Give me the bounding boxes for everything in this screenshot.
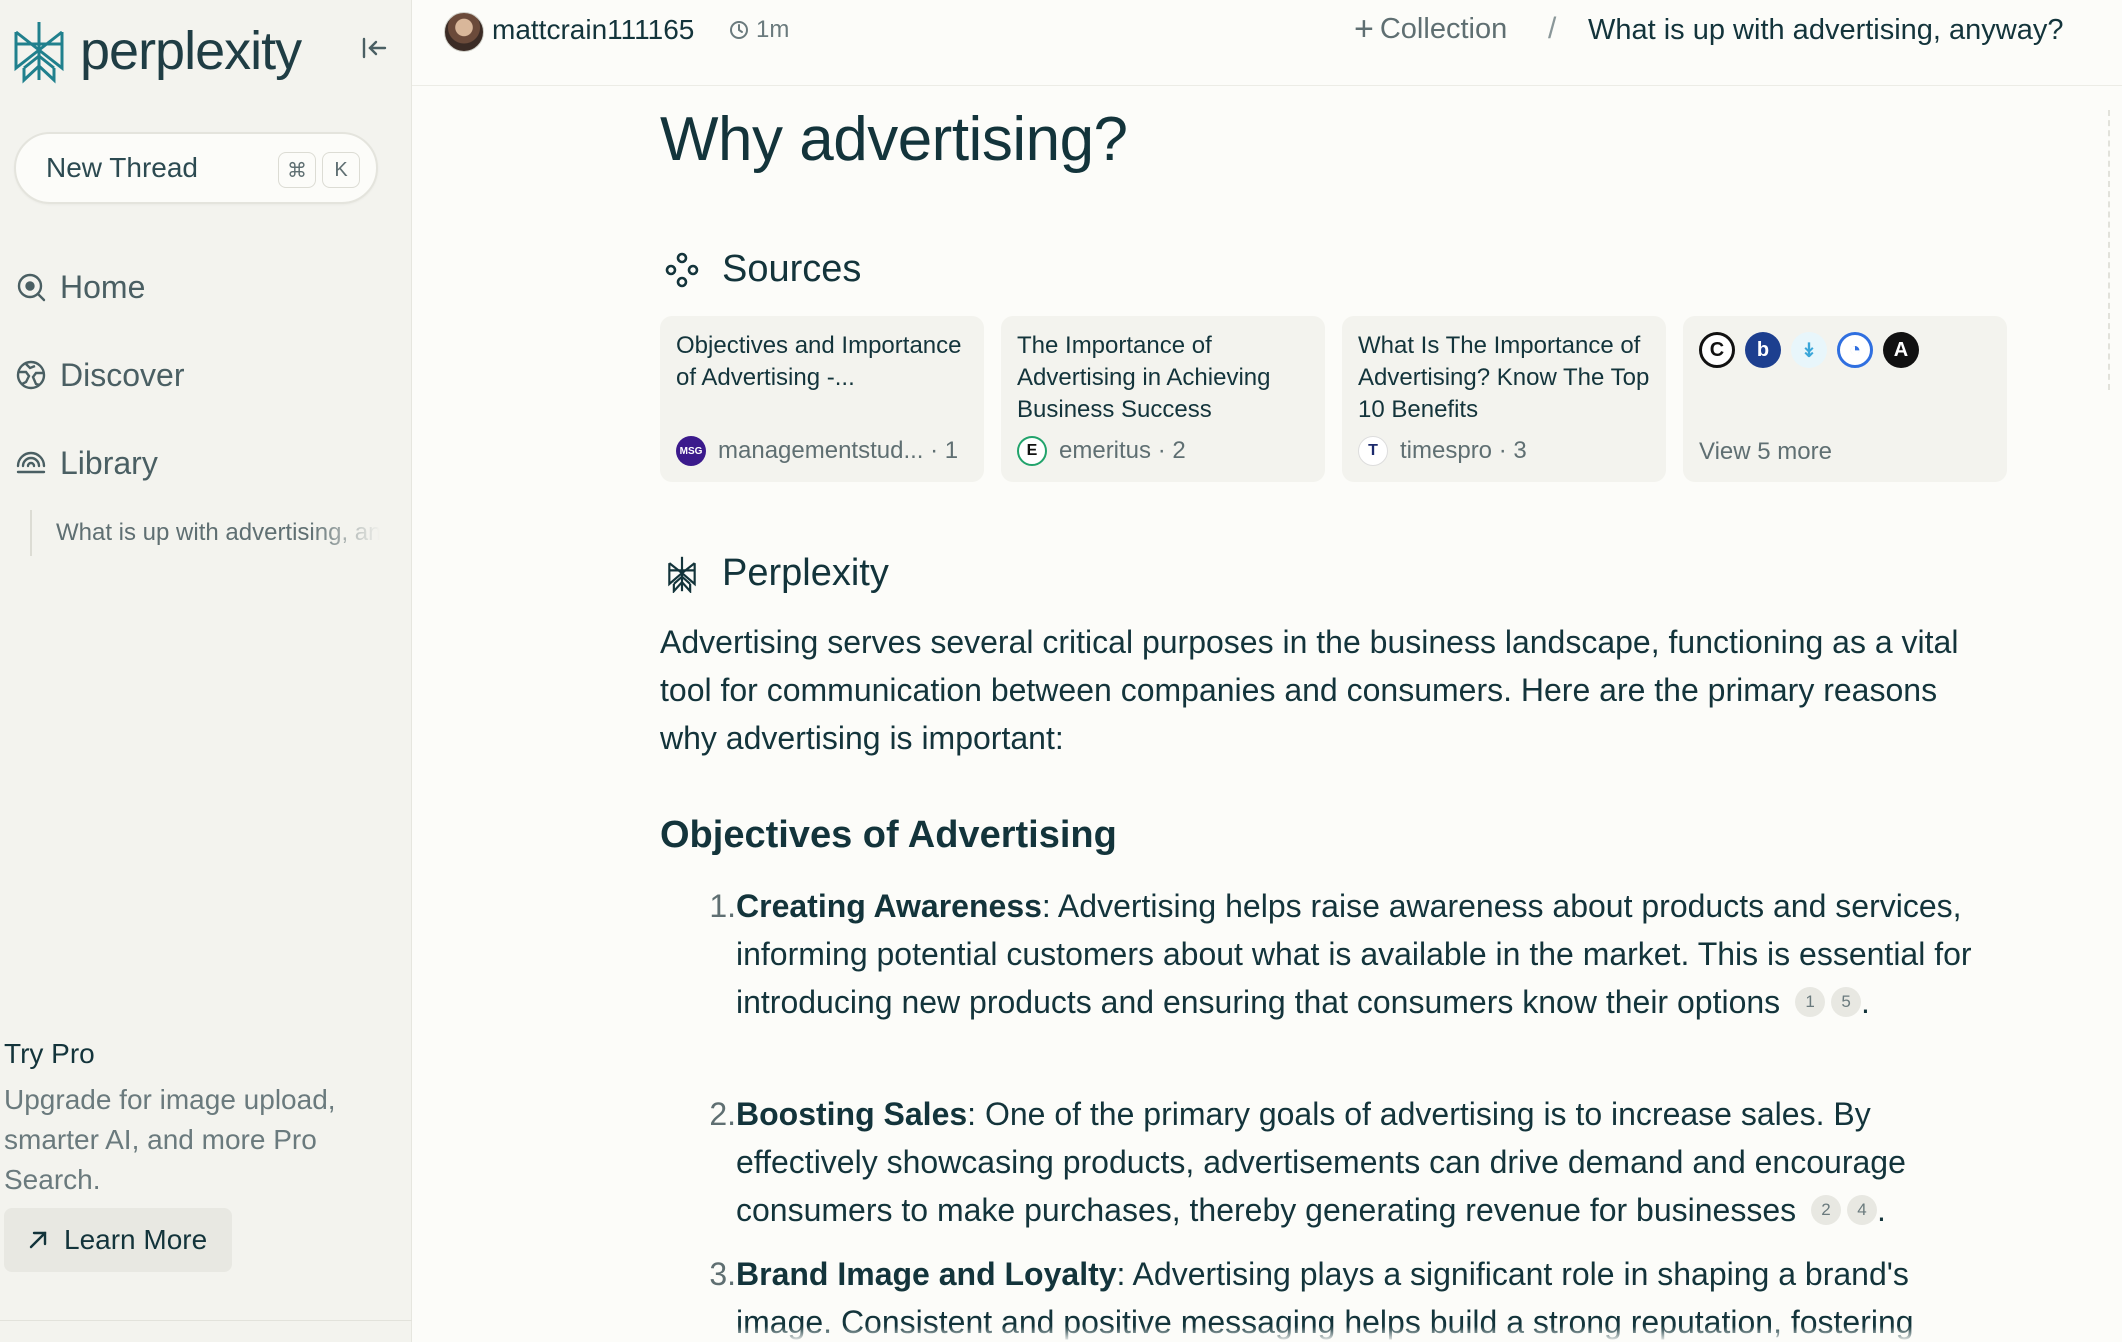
list-number: 3. — [709, 1256, 736, 1292]
learn-more-button[interactable]: Learn More — [4, 1208, 232, 1272]
source-card[interactable]: What Is The Importance of Advertising? K… — [1342, 316, 1666, 482]
source-favicon-icon: A — [1883, 332, 1919, 368]
shortcut-cmd-key: ⌘ — [278, 152, 316, 188]
source-title: The Importance of Advertising in Achievi… — [1017, 332, 1271, 423]
home-search-icon — [17, 273, 46, 302]
learn-more-label: Learn More — [64, 1224, 208, 1255]
timespro-favicon-icon: T — [1358, 436, 1388, 466]
source-favicon-icon: C — [1699, 332, 1735, 368]
view-more-sources-card[interactable]: C b ↡ ◔ A View 5 more — [1683, 316, 2007, 482]
list-item-end: . — [1861, 984, 1870, 1020]
citation-badge[interactable]: 1 — [1795, 987, 1826, 1017]
citation-badge[interactable]: 2 — [1811, 1195, 1842, 1225]
new-thread-button[interactable]: New Thread ⌘ K — [14, 132, 378, 204]
collapse-left-icon — [362, 37, 387, 59]
source-title: What Is The Importance of Advertising? K… — [1358, 332, 1650, 423]
app-window: perplexity New Thread ⌘ K Home Discover … — [0, 0, 2122, 1342]
list-item-term: Brand Image and Loyalty — [736, 1256, 1117, 1292]
source-meta: MSG managementstud... · 1 — [676, 436, 958, 466]
source-favicon-icon: b — [1745, 332, 1781, 368]
source-domain: managementstud... · 1 — [718, 437, 959, 464]
answer-intro: Advertising serves several critical purp… — [660, 624, 1959, 756]
logo[interactable]: perplexity — [10, 18, 302, 84]
sidebar-item-library[interactable]: Library — [14, 438, 158, 488]
try-pro-description: Upgrade for image upload, smarter AI, an… — [4, 1084, 336, 1195]
thread-title-breadcrumb[interactable]: What is up with advertising, anyway? — [1588, 14, 2064, 47]
source-domain: emeritus · 2 — [1059, 437, 1186, 464]
add-to-collection-button[interactable]: + Collection — [1354, 12, 1507, 46]
source-meta: T timespro · 3 — [1358, 436, 1527, 466]
sidebar-divider — [0, 1320, 412, 1321]
list-item-term: Boosting Sales — [736, 1096, 968, 1132]
collection-label: Collection — [1379, 12, 1508, 45]
bottom-fade — [412, 1326, 2122, 1342]
library-icon — [16, 451, 46, 474]
username[interactable]: mattcrain111165 — [492, 14, 694, 46]
sources-icon — [665, 252, 699, 287]
citation-badge[interactable]: 4 — [1847, 1195, 1878, 1225]
answer-subheading: Objectives of Advertising — [660, 814, 1117, 856]
breadcrumb-separator: / — [1548, 12, 1557, 45]
sidebar-item-label: Home — [60, 268, 146, 305]
source-favicon-icon: ◔ — [1837, 332, 1873, 368]
clock-icon — [730, 21, 748, 39]
list-item-text: Boosting Sales: One of the primary goals… — [736, 1090, 2006, 1234]
source-card[interactable]: The Importance of Advertising in Achievi… — [1001, 316, 1325, 482]
sidebar-item-label: Library — [60, 444, 158, 481]
library-thread-item[interactable]: What is up with advertising, anyway? — [30, 510, 380, 556]
sidebar-item-label: Discover — [60, 356, 185, 393]
list-item-term: Creating Awareness — [736, 888, 1042, 924]
perplexity-answer-icon — [668, 556, 696, 593]
sources-header: Sources — [664, 248, 861, 291]
arrow-up-right-icon — [29, 1231, 47, 1249]
sidebar: perplexity New Thread ⌘ K Home Discover … — [0, 0, 412, 1342]
list-item-end: . — [1877, 1192, 1886, 1228]
list-number: 1. — [709, 888, 736, 924]
source-card[interactable]: Objectives and Importance of Advertising… — [660, 316, 984, 482]
source-title: Objectives and Importance of Advertising… — [676, 332, 962, 391]
time-label: 1m — [756, 16, 790, 43]
right-panel-edge — [2108, 110, 2122, 390]
citation-badge[interactable]: 5 — [1831, 987, 1862, 1017]
shortcut-k-key: K — [322, 152, 360, 188]
emeritus-favicon-icon: E — [1017, 436, 1047, 466]
sources-label: Sources — [722, 248, 862, 290]
plus-icon: + — [1354, 10, 1374, 48]
sidebar-item-home[interactable]: Home — [14, 262, 145, 312]
collapse-sidebar-button[interactable] — [356, 30, 392, 66]
answer-label: Perplexity — [722, 552, 889, 594]
globe-icon — [16, 360, 46, 390]
view-more-label: View 5 more — [1699, 438, 1832, 465]
list-number: 2. — [709, 1096, 736, 1132]
source-favicon-icon: ↡ — [1791, 332, 1827, 368]
answer-header: Perplexity — [664, 552, 889, 595]
avatar[interactable] — [444, 12, 484, 52]
thread-age: 1m — [728, 16, 789, 44]
logo-text: perplexity — [80, 21, 302, 81]
more-sources-favicons: C b ↡ ◔ A — [1699, 332, 1991, 368]
list-item-text: Creating Awareness: Advertising helps ra… — [736, 882, 2006, 1026]
source-meta: E emeritus · 2 — [1017, 436, 1186, 466]
try-pro-title: Try Pro — [4, 1038, 95, 1069]
perplexity-logo-icon — [14, 22, 64, 84]
source-domain: timespro · 3 — [1400, 437, 1527, 464]
sidebar-item-discover[interactable]: Discover — [14, 350, 184, 400]
thread-header: mattcrain111165 1m + Collection / What i… — [412, 0, 2122, 86]
page-title: Why advertising? — [660, 105, 1128, 174]
new-thread-label: New Thread — [46, 152, 199, 183]
msg-favicon-icon: MSG — [676, 436, 706, 466]
